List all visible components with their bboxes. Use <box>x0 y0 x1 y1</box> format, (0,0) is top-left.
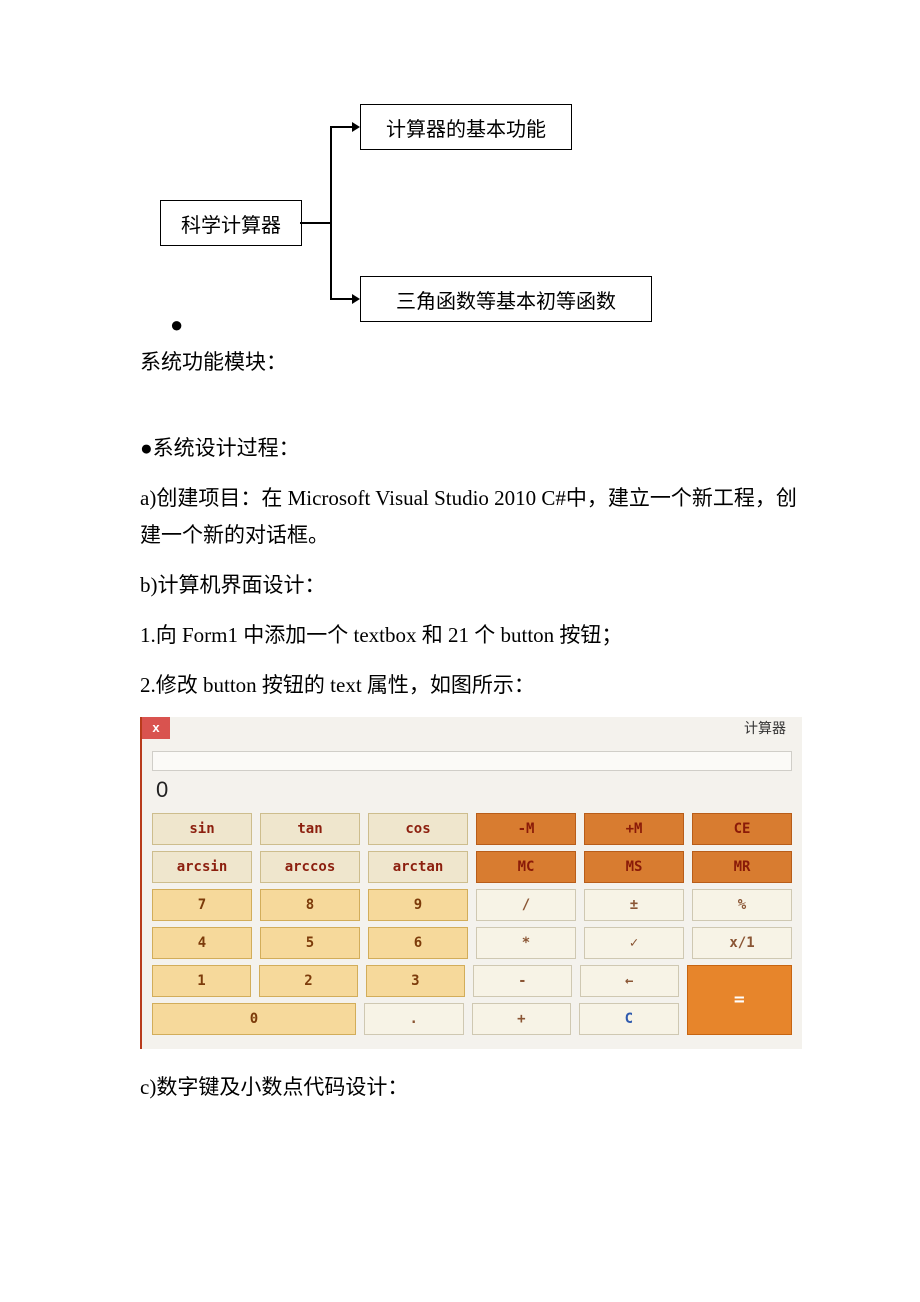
diagram-top-box: 计算器的基本功能 <box>360 104 572 150</box>
digit-5-button[interactable]: 5 <box>260 927 360 959</box>
mc-button[interactable]: MC <box>476 851 576 883</box>
plus-minus-button[interactable]: ± <box>584 889 684 921</box>
minus-button[interactable]: - <box>473 965 572 997</box>
calc-window-title: 计算器 <box>744 718 792 738</box>
diagram-bottom-box: 三角函数等基本初等函数 <box>360 276 652 322</box>
digit-9-button[interactable]: 9 <box>368 889 468 921</box>
close-icon[interactable]: x <box>142 717 170 739</box>
plus-button[interactable]: + <box>472 1003 572 1035</box>
step-c: c)数字键及小数点代码设计： <box>140 1069 780 1107</box>
multiply-button[interactable]: * <box>476 927 576 959</box>
backspace-button[interactable]: ← <box>580 965 679 997</box>
divide-button[interactable]: / <box>476 889 576 921</box>
step-b: b)计算机界面设计： <box>140 567 780 605</box>
ms-button[interactable]: MS <box>584 851 684 883</box>
diagram-root-box: 科学计算器 <box>160 200 302 246</box>
step-b1: 1.向 Form1 中添加一个 textbox 和 21 个 button 按钮… <box>140 617 780 655</box>
diagram-bottom-label: 三角函数等基本初等函数 <box>396 285 616 314</box>
calc-row: 1 2 3 - ← <box>152 965 679 997</box>
percent-button[interactable]: % <box>692 889 792 921</box>
calculator-screenshot: x 计算器 0 sin tan cos -M +M CE arcsin arcc… <box>140 717 802 1049</box>
bullet-mark: ● <box>170 312 183 338</box>
calc-row: arcsin arccos arctan MC MS MR <box>152 851 792 883</box>
digit-1-button[interactable]: 1 <box>152 965 251 997</box>
calc-row: sin tan cos -M +M CE <box>152 813 792 845</box>
module-heading: 系统功能模块： <box>140 344 780 382</box>
digit-4-button[interactable]: 4 <box>152 927 252 959</box>
digit-8-button[interactable]: 8 <box>260 889 360 921</box>
clear-button[interactable]: C <box>579 1003 679 1035</box>
sin-button[interactable]: sin <box>152 813 252 845</box>
digit-7-button[interactable]: 7 <box>152 889 252 921</box>
flow-diagram: 科学计算器 计算器的基本功能 三角函数等基本初等函数 ● <box>100 80 820 332</box>
dot-button[interactable]: . <box>364 1003 464 1035</box>
arctan-button[interactable]: arctan <box>368 851 468 883</box>
diagram-top-label: 计算器的基本功能 <box>386 113 546 142</box>
design-heading: ●系统设计过程： <box>140 430 780 468</box>
reciprocal-button[interactable]: x/1 <box>692 927 792 959</box>
arccos-button[interactable]: arccos <box>260 851 360 883</box>
plus-m-button[interactable]: +M <box>584 813 684 845</box>
cos-button[interactable]: cos <box>368 813 468 845</box>
arcsin-button[interactable]: arcsin <box>152 851 252 883</box>
step-b2: 2.修改 button 按钮的 text 属性，如图所示： <box>140 667 780 705</box>
calc-result: 0 <box>152 775 792 805</box>
ce-button[interactable]: CE <box>692 813 792 845</box>
calc-row: 7 8 9 / ± % <box>152 889 792 921</box>
sqrt-button[interactable]: ✓ <box>584 927 684 959</box>
digit-0-button[interactable]: 0 <box>152 1003 356 1035</box>
digit-3-button[interactable]: 3 <box>366 965 465 997</box>
tan-button[interactable]: tan <box>260 813 360 845</box>
digit-2-button[interactable]: 2 <box>259 965 358 997</box>
minus-m-button[interactable]: -M <box>476 813 576 845</box>
calc-row: 0 . + C <box>152 1003 679 1035</box>
step-a: a)创建项目：在 Microsoft Visual Studio 2010 C#… <box>140 480 810 556</box>
calc-textbox-upper[interactable] <box>152 751 792 771</box>
diagram-root-label: 科学计算器 <box>181 209 281 238</box>
equals-button[interactable]: = <box>687 965 792 1035</box>
calc-row: 4 5 6 * ✓ x/1 <box>152 927 792 959</box>
digit-6-button[interactable]: 6 <box>368 927 468 959</box>
mr-button[interactable]: MR <box>692 851 792 883</box>
